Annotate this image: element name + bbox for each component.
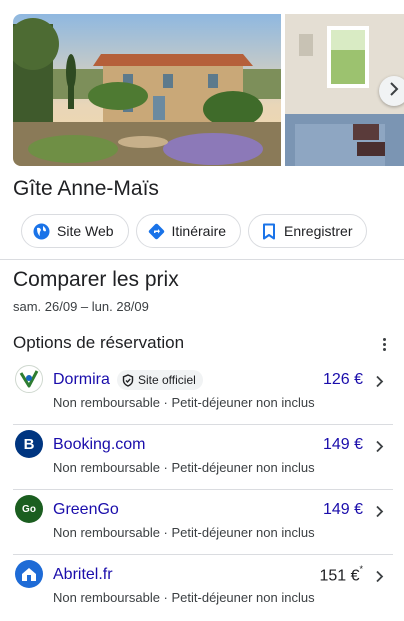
section-divider [0,259,404,260]
website-button[interactable]: Site Web [21,214,129,248]
shield-check-icon [122,373,134,387]
offer-row-dormira[interactable]: Dormira Site officiel 126 € Non rembours… [13,360,393,425]
offer-price-wrap: 151 €* [319,564,363,585]
offer-details: Non remboursable · Petit-déjeuner non in… [53,395,315,410]
booking-options-title: Options de réservation [13,333,185,352]
photo-carousel[interactable] [13,14,404,166]
directions-icon [148,223,165,240]
booking-logo-letter: B [23,435,35,453]
chevron-right-icon [371,437,387,455]
booking-offers-list: Dormira Site officiel 126 € Non rembours… [13,360,393,620]
price-footnote-mark: * [359,564,363,574]
offer-row-greengo[interactable]: Go GreenGo 149 € Non remboursable · Peti… [13,490,393,555]
bookmark-icon [260,223,277,240]
greengo-logo-icon: Go [15,495,43,523]
provider-name[interactable]: Booking.com [53,436,146,454]
action-chips: Site Web Itinéraire Enregistrer [21,214,368,248]
compare-prices-title: Comparer les prix [13,268,179,291]
save-button[interactable]: Enregistrer [248,214,368,248]
official-site-label: Site officiel [138,373,196,387]
globe-icon [33,223,50,240]
provider-name[interactable]: GreenGo [53,501,119,519]
chevron-right-icon [388,81,400,101]
listing-title: Gîte Anne-Maïs [13,177,159,200]
provider-name[interactable]: Abritel.fr [53,566,113,584]
offer-details: Non remboursable · Petit-déjeuner non in… [53,460,315,475]
provider-name[interactable]: Dormira [53,371,110,389]
save-label: Enregistrer [284,223,353,239]
chevron-right-icon [371,567,387,585]
chevron-right-icon [371,372,387,390]
offer-details: Non remboursable · Petit-déjeuner non in… [53,590,315,605]
dormira-logo-icon [15,365,43,393]
offer-price: 149 € [322,436,363,453]
offer-price: 149 € [322,501,363,518]
date-range[interactable]: sam. 26/09 – lun. 28/09 [13,299,149,314]
website-label: Site Web [57,223,114,239]
offer-row-abritel[interactable]: Abritel.fr 151 €* Non remboursable · Pet… [13,555,393,620]
directions-button[interactable]: Itinéraire [135,214,242,248]
chevron-right-icon [371,502,387,520]
next-photo-button[interactable] [379,76,404,106]
offer-price: 126 € [322,371,363,388]
offer-price: 151 € [319,567,360,585]
official-site-badge: Site officiel [117,370,203,390]
abritel-logo-icon [15,560,43,588]
offer-details: Non remboursable · Petit-déjeuner non in… [53,525,315,540]
directions-label: Itinéraire [171,223,227,239]
more-options-icon[interactable] [377,335,391,353]
offer-row-booking[interactable]: B Booking.com 149 € Non remboursable · P… [13,425,393,490]
greengo-logo-text: Go [22,503,36,515]
property-photo-exterior[interactable] [13,14,281,166]
booking-logo-icon: B [15,430,43,458]
